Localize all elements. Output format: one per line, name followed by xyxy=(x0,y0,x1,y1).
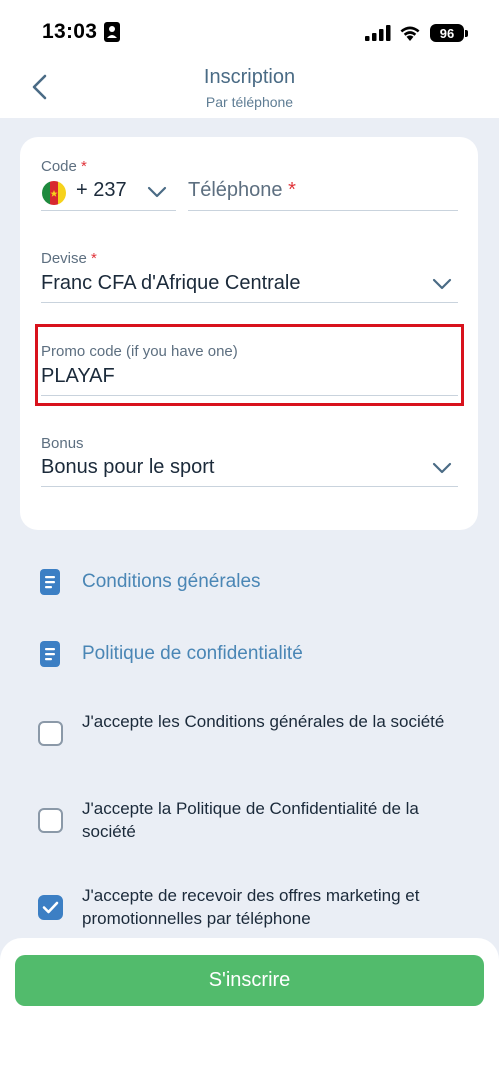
status-time: 13:03 xyxy=(42,20,98,43)
currency-underline xyxy=(41,302,458,303)
phone-input[interactable]: Téléphone * xyxy=(188,179,296,202)
signup-button[interactable]: S'inscrire xyxy=(15,955,484,1006)
document-icon xyxy=(40,569,60,595)
bonus-select[interactable]: Bonus pour le sport xyxy=(41,456,214,479)
terms-link[interactable]: Conditions générales xyxy=(40,567,261,597)
accept-marketing-label: J'accepte de recevoir des offres marketi… xyxy=(82,886,420,928)
code-label-text: Code xyxy=(41,158,77,175)
country-code-select[interactable]: + 237 xyxy=(76,179,127,202)
chevron-down-icon[interactable] xyxy=(432,462,452,474)
bonus-label: Bonus xyxy=(41,435,84,452)
cameroon-flag-icon[interactable] xyxy=(42,181,66,205)
battery-tip xyxy=(465,30,468,37)
accept-privacy-label: J'accepte la Politique de Confidentialit… xyxy=(82,799,419,841)
chevron-down-icon[interactable] xyxy=(432,278,452,290)
currency-label-text: Devise xyxy=(41,250,87,267)
privacy-policy-link[interactable]: Politique de confidentialité xyxy=(40,639,303,669)
currency-select[interactable]: Franc CFA d'Afrique Centrale xyxy=(41,272,301,295)
promo-code-highlight-box xyxy=(35,324,464,406)
cellular-signal-icon xyxy=(365,25,391,41)
status-bar: 13:03 96 xyxy=(0,0,499,60)
accept-marketing-checkbox[interactable] xyxy=(38,895,63,920)
code-label: Code * xyxy=(41,158,87,175)
privacy-link-label[interactable]: Politique de confidentialité xyxy=(82,643,303,665)
accept-terms-label: J'accepte les Conditions générales de la… xyxy=(82,712,445,731)
page-title: Inscription xyxy=(203,66,296,88)
battery-indicator: 96 xyxy=(430,24,464,42)
bonus-underline xyxy=(41,486,458,487)
page-subtitle: Par téléphone xyxy=(205,94,294,110)
terms-link-label[interactable]: Conditions générales xyxy=(82,571,261,593)
bottom-action-panel: S'inscrire xyxy=(0,938,499,1080)
phone-placeholder: Téléphone xyxy=(188,179,283,201)
required-mark: * xyxy=(91,250,97,267)
required-mark: * xyxy=(288,179,296,201)
accept-privacy-checkbox[interactable] xyxy=(38,808,63,833)
chevron-down-icon[interactable] xyxy=(147,186,167,198)
contact-card-icon xyxy=(104,22,120,42)
required-mark: * xyxy=(81,158,87,175)
phone-underline xyxy=(188,210,458,211)
checkmark-icon xyxy=(42,901,59,914)
currency-label: Devise * xyxy=(41,250,97,267)
code-underline xyxy=(41,210,176,211)
nav-bar: Inscription Par téléphone xyxy=(0,60,499,118)
wifi-icon xyxy=(400,26,420,41)
header-area: 13:03 96 Inscription Par téléphone xyxy=(0,0,499,118)
document-icon xyxy=(40,641,60,667)
accept-terms-checkbox[interactable] xyxy=(38,721,63,746)
